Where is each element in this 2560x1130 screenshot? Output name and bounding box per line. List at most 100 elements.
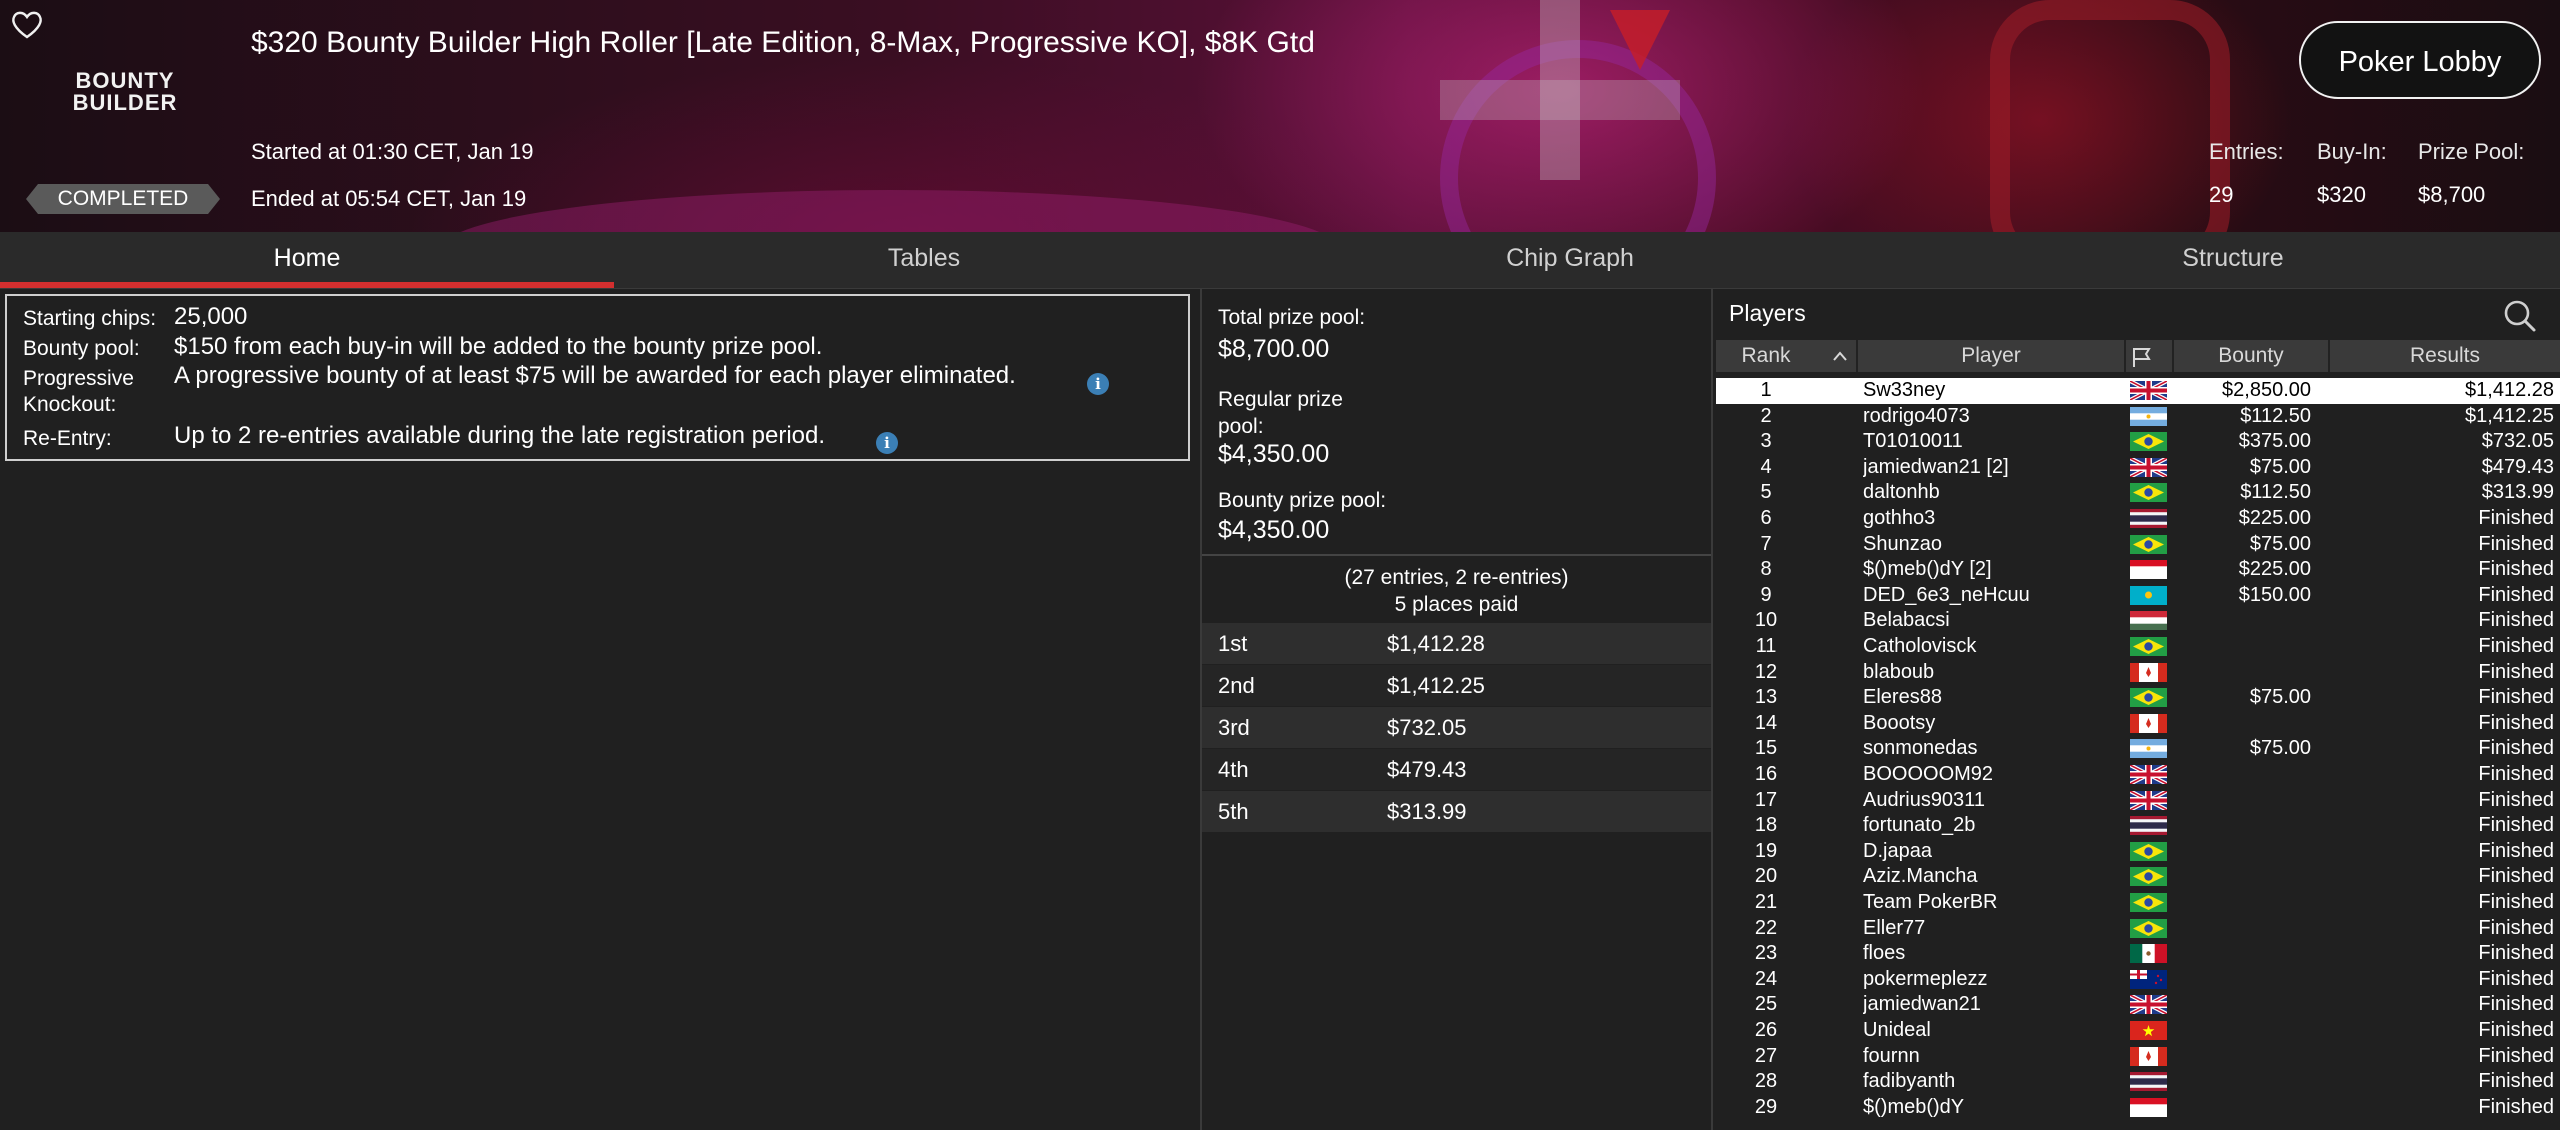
player-rank: 24 [1754, 967, 1778, 990]
places-paid: 5 places paid [1394, 593, 1519, 616]
player-result: Finished [2478, 507, 2554, 529]
search-icon[interactable] [2500, 296, 2540, 336]
player-row[interactable]: 28 fadibyanth Finished [1716, 1069, 2560, 1095]
player-name: rodrigo4073 [1863, 404, 1970, 427]
player-rank: 27 [1754, 1044, 1778, 1067]
player-row[interactable]: 17 Audrius90311 Finished [1716, 788, 2560, 814]
player-rank: 8 [1760, 558, 1772, 581]
player-row[interactable]: 29 $()meb()dY Finished [1716, 1095, 2560, 1121]
flag-icon[interactable] [2130, 346, 2152, 368]
tab-structure[interactable]: Structure [1906, 232, 2560, 288]
end-time: Ended at 05:54 CET, Jan 19 [251, 186, 527, 211]
country-flag-icon [2130, 1072, 2167, 1092]
player-name: $()meb()dY [1863, 1095, 1965, 1118]
player-rank: 7 [1760, 532, 1772, 555]
country-flag-icon [2130, 611, 2167, 631]
player-row[interactable]: 21 Team PokerBR Finished [1716, 890, 2560, 916]
info-icon[interactable]: i [876, 432, 898, 454]
player-row[interactable]: 10 Belabacsi Finished [1716, 608, 2560, 634]
tournament-info-box: Starting chips: 25,000 Bounty pool: $150… [5, 294, 1190, 461]
column-header-player[interactable]: Player [1858, 340, 2124, 372]
player-rank: 22 [1754, 916, 1778, 939]
country-flag-icon [2130, 867, 2167, 887]
player-row[interactable]: 2 rodrigo4073 $112.50 $1,412.25 [1716, 404, 2560, 430]
pko-value: A progressive bounty of at least $75 wil… [174, 362, 1016, 389]
player-row[interactable]: 4 jamiedwan21 [2] $75.00 $479.43 [1716, 455, 2560, 481]
player-rank: 28 [1754, 1070, 1778, 1093]
player-row[interactable]: 14 Boootsy Finished [1716, 711, 2560, 737]
payout-place: 2nd [1218, 673, 1255, 698]
reentry-value: Up to 2 re-entries available during the … [174, 422, 826, 449]
player-row[interactable]: 5 daltonhb $112.50 $313.99 [1716, 480, 2560, 506]
player-result: Finished [2478, 1044, 2554, 1067]
player-name: sonmonedas [1863, 737, 1978, 760]
player-name: jamiedwan21 [1863, 993, 1981, 1016]
heart-icon[interactable] [10, 10, 44, 40]
player-name: Belabacsi [1863, 609, 1950, 632]
active-tab-indicator [0, 282, 614, 288]
player-rank: 1 [1760, 379, 1772, 401]
player-row[interactable]: 7 Shunzao $75.00 Finished [1716, 532, 2560, 558]
column-divider [2124, 340, 2126, 372]
tab-home[interactable]: Home [0, 232, 614, 288]
player-name: jamiedwan21 [2] [1863, 455, 2009, 478]
column-header-rank[interactable]: Rank [1716, 340, 1816, 372]
tournament-title: $320 Bounty Builder High Roller [Late Ed… [251, 26, 1315, 59]
player-row[interactable]: 24 pokermeplezz Finished [1716, 967, 2560, 993]
sort-ascending-icon[interactable] [1832, 348, 1848, 364]
player-rank: 23 [1754, 942, 1778, 965]
player-rank: 13 [1754, 686, 1778, 709]
payout-amount: $1,412.28 [1387, 631, 1485, 656]
player-row[interactable]: 12 blaboub Finished [1716, 660, 2560, 686]
player-row[interactable]: 22 Eller77 Finished [1716, 916, 2560, 942]
tab-tables[interactable]: Tables [614, 232, 1234, 288]
column-header-results[interactable]: Results [2330, 340, 2560, 372]
player-row[interactable]: 3 T01010011 $375.00 $732.05 [1716, 429, 2560, 455]
player-row[interactable]: 27 fournn Finished [1716, 1044, 2560, 1070]
player-row[interactable]: 6 gothho3 $225.00 Finished [1716, 506, 2560, 532]
player-row[interactable]: 19 D.japaa Finished [1716, 839, 2560, 865]
bounty-prize-label: Bounty prize pool: [1218, 489, 1387, 512]
player-row[interactable]: 11 Catholovisck Finished [1716, 634, 2560, 660]
payout-place: 3rd [1218, 715, 1250, 740]
tab-chip-graph[interactable]: Chip Graph [1234, 232, 1906, 288]
player-row[interactable]: 16 BOOOOOM92 Finished [1716, 762, 2560, 788]
starting-chips-value: 25,000 [174, 303, 248, 330]
player-bounty: $150.00 [2238, 583, 2311, 606]
tournament-header: BOUNTY BUILDER COMPLETED $320 Bounty Bui… [0, 0, 2560, 232]
player-row[interactable]: 20 Aziz.Mancha Finished [1716, 864, 2560, 890]
player-row[interactable]: 26 Unideal Finished [1716, 1018, 2560, 1044]
player-row[interactable]: 25 jamiedwan21 Finished [1716, 992, 2560, 1018]
player-rank: 18 [1754, 814, 1778, 837]
total-prize-label: Total prize pool: [1218, 306, 1366, 329]
player-name: Audrius90311 [1863, 788, 1985, 811]
players-table-header: Rank Player Bounty Results [1716, 340, 2560, 372]
player-row[interactable]: 8 $()meb()dY [2] $225.00 Finished [1716, 557, 2560, 583]
player-row[interactable]: 1 Sw33ney $2,850.00 $1,412.28 [1716, 378, 2560, 404]
country-flag-icon [2130, 1097, 2167, 1117]
country-flag-icon [2130, 1046, 2167, 1066]
starting-chips-label: Starting chips: [23, 307, 157, 330]
player-rank: 25 [1754, 993, 1778, 1016]
start-time: Started at 01:30 CET, Jan 19 [251, 139, 534, 164]
player-bounty: $112.50 [2240, 481, 2311, 504]
payout-row: 2nd $1,412.25 [1202, 665, 1711, 706]
country-flag-icon [2130, 662, 2167, 682]
player-row[interactable]: 23 floes Finished [1716, 941, 2560, 967]
player-name: DED_6e3_neHcuu [1863, 583, 2030, 606]
player-result: Finished [2478, 609, 2554, 632]
player-row[interactable]: 15 sonmonedas $75.00 Finished [1716, 736, 2560, 762]
player-name: Eller77 [1863, 916, 1926, 939]
player-row[interactable]: 13 Eleres88 $75.00 Finished [1716, 685, 2560, 711]
entries-value: 29 [2209, 182, 2234, 207]
info-icon[interactable]: i [1087, 373, 1109, 395]
player-name: Team PokerBR [1863, 891, 1998, 913]
player-row[interactable]: 9 DED_6e3_neHcuu $150.00 Finished [1716, 583, 2560, 609]
poker-lobby-button[interactable]: Poker Lobby [2299, 21, 2541, 99]
players-title: Players [1729, 300, 1806, 326]
country-flag-icon [2130, 969, 2167, 989]
prize-pool-label: Prize Pool: [2418, 139, 2525, 164]
column-header-bounty[interactable]: Bounty [2174, 340, 2328, 372]
player-row[interactable]: 18 fortunato_2b Finished [1716, 813, 2560, 839]
bounty-builder-logo: BOUNTY BUILDER [72, 68, 178, 115]
